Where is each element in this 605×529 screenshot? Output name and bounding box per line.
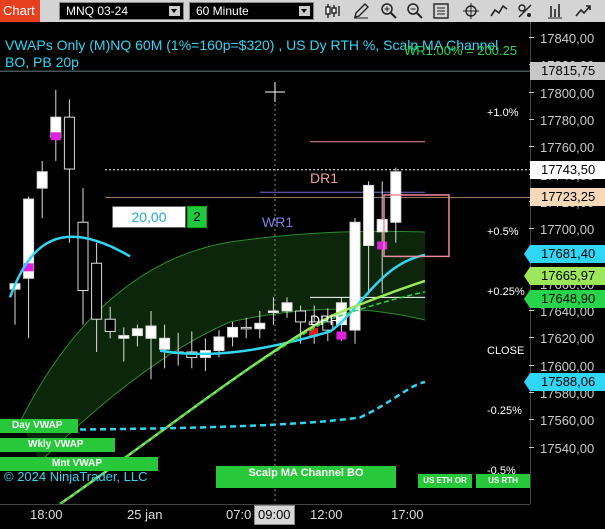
dr1-label: DR1 (310, 170, 339, 186)
level-label-plus-0-5pct: +0.5% (487, 226, 519, 238)
level-label-plus-1pct: +1.0% (487, 107, 519, 119)
candle-body (376, 219, 388, 233)
share-icon[interactable] (574, 2, 592, 20)
quantity-button[interactable]: 2 (187, 206, 207, 228)
chart-trader-icon[interactable] (546, 2, 564, 20)
candle-body (131, 328, 143, 337)
time-label: 17:00 (391, 507, 424, 522)
price-plot-area[interactable] (0, 22, 530, 504)
candle-body (63, 116, 75, 170)
indicators-icon[interactable] (490, 2, 508, 20)
chevron-down-icon[interactable] (299, 6, 310, 16)
price-badge: 17743,50 (530, 160, 605, 179)
time-label: 07:0 (226, 507, 252, 522)
signal-marker (336, 331, 347, 340)
price-badge: 17665,97 (524, 266, 605, 285)
wr-range-label: WR1.00% = 200.25 (404, 43, 518, 58)
chart-toolbar: Chart MNQ 03-24 60 Minute (0, 0, 605, 22)
level-label-plus-0-25pct: +0.25% (487, 286, 525, 298)
price-badge: 17723,25 (530, 188, 605, 207)
crosshair-time-badge: 09:00 (254, 505, 295, 525)
candle-body (363, 184, 375, 246)
stop-offset-input[interactable]: 20,00 (112, 206, 186, 228)
us-ethor-legend[interactable]: US ETH OR (418, 474, 472, 488)
copyright-text: © 2024 NinjaTrader, LLC (4, 469, 148, 484)
price-badge: 17588,06 (524, 372, 605, 391)
price-badge: 17681,40 (524, 245, 605, 264)
candle-body (254, 322, 266, 330)
candle-body (295, 310, 307, 323)
time-label: 12:00 (310, 507, 343, 522)
ninjatrader-chart-window: Chart MNQ 03-24 60 Minute VWAPs Only (M)… (0, 0, 605, 529)
wkly-vwap-legend[interactable]: Wkly VWAP (0, 438, 115, 452)
chart-tab[interactable]: Chart (0, 0, 40, 22)
level-label-minus-0-25pct: -0.25% (487, 405, 522, 417)
instrument-selector[interactable]: MNQ 03-24 (59, 2, 184, 20)
candle-body (77, 221, 89, 292)
bar-style-icon[interactable] (324, 2, 342, 20)
time-label: 18:00 (30, 507, 63, 522)
dpp-label: DPP (310, 312, 339, 328)
zoom-in-icon[interactable] (380, 2, 398, 20)
strategies-icon[interactable] (516, 2, 534, 20)
day-vwap-legend[interactable]: Day VWAP (0, 419, 78, 433)
signal-marker (377, 241, 388, 250)
candle-body (104, 318, 116, 332)
scalp-ma-channel-legend[interactable]: Scalp MA Channel BO (216, 466, 396, 488)
candle-body (145, 325, 157, 339)
candle-body (267, 310, 279, 313)
candle-body (118, 335, 130, 339)
draw-pencil-icon[interactable] (352, 2, 370, 20)
instrument-value: MNQ 03-24 (66, 4, 129, 18)
candle-body (213, 336, 225, 352)
time-label: 25 jan (127, 507, 163, 522)
interval-selector[interactable]: 60 Minute (189, 2, 314, 20)
candle-body (240, 326, 252, 330)
crosshair-icon[interactable] (462, 2, 480, 20)
candle-body (281, 302, 293, 312)
candle-body (91, 262, 103, 320)
us-rth-legend[interactable]: US RTH (476, 474, 530, 488)
signal-marker (50, 132, 61, 141)
candle-body (227, 326, 239, 338)
candle-body (390, 171, 402, 223)
candle-body (349, 221, 361, 331)
interval-value: 60 Minute (196, 4, 249, 18)
candle-body (36, 171, 48, 189)
candle-body (159, 337, 171, 350)
price-badge: 17648,90 (524, 289, 605, 308)
chevron-down-icon[interactable] (169, 6, 180, 16)
properties-icon[interactable] (432, 2, 450, 20)
zoom-out-icon[interactable] (406, 2, 424, 20)
level-label-close: CLOSE (487, 345, 525, 357)
price-badge: 17815,75 (530, 62, 605, 81)
wr1-label: WR1 (262, 214, 294, 230)
